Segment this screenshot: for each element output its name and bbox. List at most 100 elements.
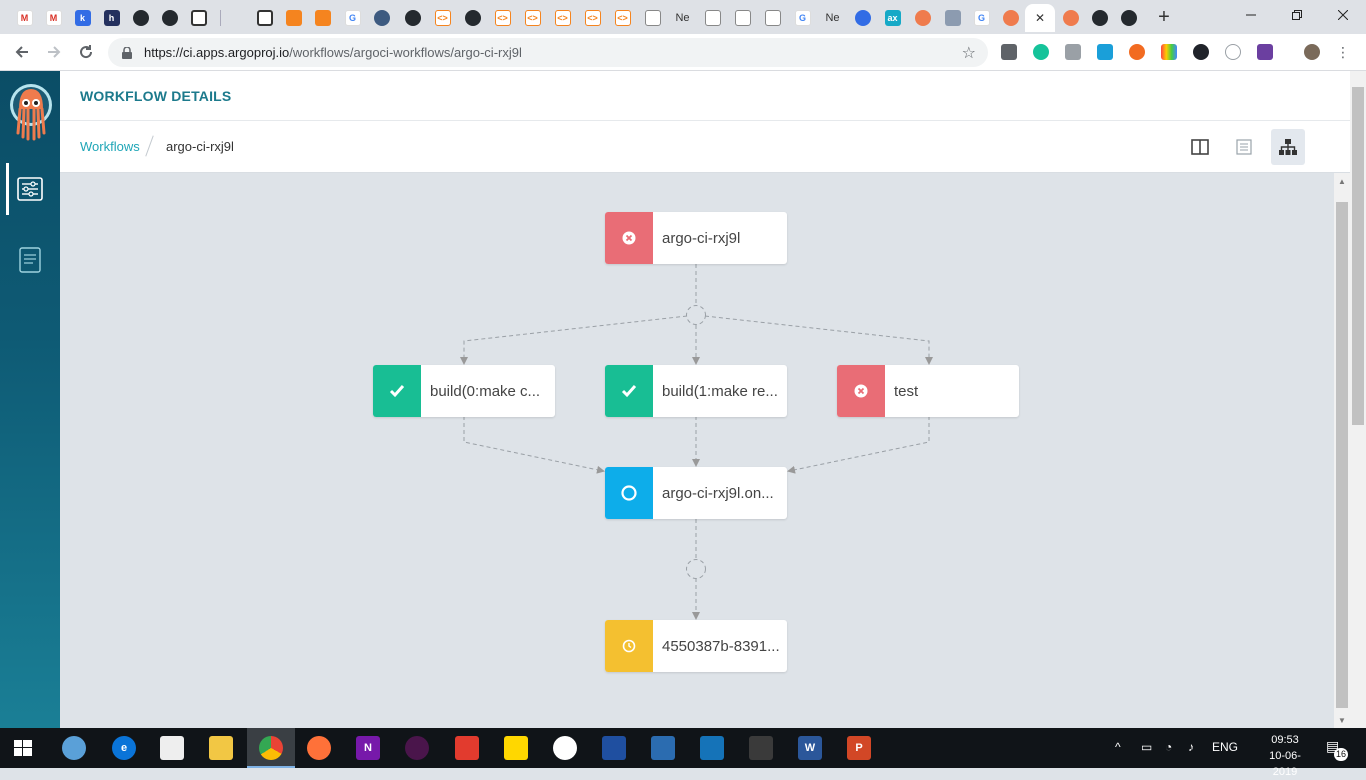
volume-icon[interactable]: ♪	[1188, 740, 1194, 754]
tab-google-2[interactable]: G	[788, 4, 817, 32]
tab-mastodon[interactable]	[367, 4, 396, 32]
tab-ax[interactable]: ax	[878, 4, 907, 32]
tab-github-5[interactable]	[1085, 4, 1114, 32]
wifi-icon[interactable]: ◔	[1165, 740, 1172, 754]
snipping-tool-icon[interactable]	[62, 736, 86, 760]
onenote-icon[interactable]: N	[356, 736, 380, 760]
sidebar-item-workflows[interactable]	[0, 163, 60, 215]
tab-code-5[interactable]: <>	[578, 4, 607, 32]
scroll-down-arrow[interactable]: ▼	[1334, 712, 1350, 728]
breadcrumb-workflows-link[interactable]: Workflows	[80, 139, 140, 154]
tab-code-1[interactable]: <>	[428, 4, 457, 32]
timeline-view-button[interactable]	[1227, 129, 1261, 165]
network-icon[interactable]	[651, 736, 675, 760]
firefox-icon[interactable]	[307, 736, 331, 760]
tab-hackernews[interactable]: h	[97, 4, 126, 32]
tab-gmail-1[interactable]: M	[10, 4, 39, 32]
windows-start-icon[interactable]	[14, 740, 32, 761]
graph-view-button[interactable]	[1271, 129, 1305, 165]
forward-button[interactable]	[42, 40, 66, 64]
node-onexit[interactable]: argo-ci-rxj9l.on...	[605, 467, 787, 519]
tab-github-4[interactable]	[458, 4, 487, 32]
camera-icon[interactable]	[1065, 44, 1081, 60]
minimize-button[interactable]	[1228, 0, 1274, 30]
powerpoint-icon[interactable]: P	[847, 736, 871, 760]
file-explorer-icon[interactable]	[209, 736, 233, 760]
color-picker-icon[interactable]	[1161, 44, 1177, 60]
tab-doc-1[interactable]	[638, 4, 667, 32]
node-pod[interactable]: 4550387b-8391...	[605, 620, 787, 672]
tab-doc-2[interactable]	[698, 4, 727, 32]
reload-button[interactable]	[74, 40, 98, 64]
node-root[interactable]: argo-ci-rxj9l	[605, 212, 787, 264]
address-bar[interactable]: https://ci.apps.argoproj.io/workflows/ar…	[108, 38, 988, 67]
graph-scrollbar-thumb[interactable]	[1336, 202, 1348, 708]
word-icon[interactable]: W	[798, 736, 822, 760]
system-clock[interactable]: 09:53 10-06-2019	[1257, 732, 1313, 780]
tab-hex[interactable]	[938, 4, 967, 32]
close-icon[interactable]: ✕	[1035, 11, 1045, 25]
virtualbox-icon[interactable]	[749, 736, 773, 760]
back-button[interactable]	[10, 40, 34, 64]
page-scrollbar-thumb[interactable]	[1352, 87, 1364, 425]
new-tab-button[interactable]: +	[1151, 5, 1177, 29]
tab-argo-1[interactable]	[908, 4, 937, 32]
tab-google-3[interactable]: G	[967, 4, 996, 32]
extension-icon[interactable]	[1225, 44, 1241, 60]
battery-icon[interactable]: ▭	[1141, 740, 1152, 754]
extension-icon[interactable]	[1001, 44, 1017, 60]
edge-icon[interactable]: e	[112, 736, 136, 760]
tab-codesandbox[interactable]	[184, 4, 213, 32]
bookmark-star-icon[interactable]: ☆	[962, 43, 976, 63]
tab-argo-2[interactable]	[996, 4, 1025, 32]
scroll-up-arrow[interactable]: ▲	[1334, 173, 1350, 189]
tab-active-close[interactable]: ✕	[1025, 4, 1055, 32]
menu-icon[interactable]: ⋮	[1336, 44, 1350, 61]
node-build0[interactable]: build(0:make c...	[373, 365, 555, 417]
tab-doc-4[interactable]	[758, 4, 787, 32]
tab-gmail-2[interactable]: M	[39, 4, 68, 32]
window-close-button[interactable]	[1320, 0, 1366, 30]
tab-ne-1[interactable]: Ne	[668, 4, 697, 32]
firewall-icon[interactable]	[455, 736, 479, 760]
chrome-icon[interactable]	[259, 736, 283, 760]
tab-doc-3[interactable]	[728, 4, 757, 32]
tab-codesandbox-2[interactable]	[250, 4, 279, 32]
terminal-icon[interactable]	[700, 736, 724, 760]
grammarly-icon[interactable]	[1033, 44, 1049, 60]
mail-icon[interactable]	[160, 736, 184, 760]
extension-icon[interactable]	[1257, 44, 1273, 60]
ubuntu-icon[interactable]	[553, 736, 577, 760]
tab-code-3[interactable]: <>	[518, 4, 547, 32]
tab-code-6[interactable]: <>	[608, 4, 637, 32]
tab-code-2[interactable]: <>	[488, 4, 517, 32]
tab-google-1[interactable]: G	[338, 4, 367, 32]
tab-kubernetes-2[interactable]	[848, 4, 877, 32]
node-test[interactable]: test	[837, 365, 1019, 417]
powershell-icon[interactable]	[602, 736, 626, 760]
input-language[interactable]: ENG	[1212, 740, 1238, 754]
split-view-button[interactable]	[1183, 129, 1217, 165]
react-devtools-icon[interactable]	[1193, 44, 1209, 60]
tab-github-6[interactable]	[1114, 4, 1143, 32]
argo-logo-icon[interactable]	[9, 81, 53, 143]
slack-icon[interactable]	[405, 736, 429, 760]
tab-github-2[interactable]	[155, 4, 184, 32]
page-scrollbar[interactable]	[1350, 71, 1366, 728]
tray-chevron-up-icon[interactable]: ^	[1115, 740, 1121, 754]
tab-kubernetes[interactable]: k	[68, 4, 97, 32]
restore-button[interactable]	[1274, 0, 1320, 30]
extension-icon[interactable]	[1129, 44, 1145, 60]
tab-github-3[interactable]	[398, 4, 427, 32]
tab-package-2[interactable]	[308, 4, 337, 32]
avatar[interactable]	[1304, 44, 1320, 60]
sticky-notes-icon[interactable]	[504, 736, 528, 760]
tab-package-1[interactable]	[279, 4, 308, 32]
extension-icon[interactable]	[1097, 44, 1113, 60]
sidebar-item-help[interactable]	[0, 234, 60, 286]
tab-code-4[interactable]: <>	[548, 4, 577, 32]
tab-github-1[interactable]	[126, 4, 155, 32]
tab-ne-2[interactable]: Ne	[818, 4, 847, 32]
tab-argo-3[interactable]	[1056, 4, 1085, 32]
node-build1[interactable]: build(1:make re...	[605, 365, 787, 417]
